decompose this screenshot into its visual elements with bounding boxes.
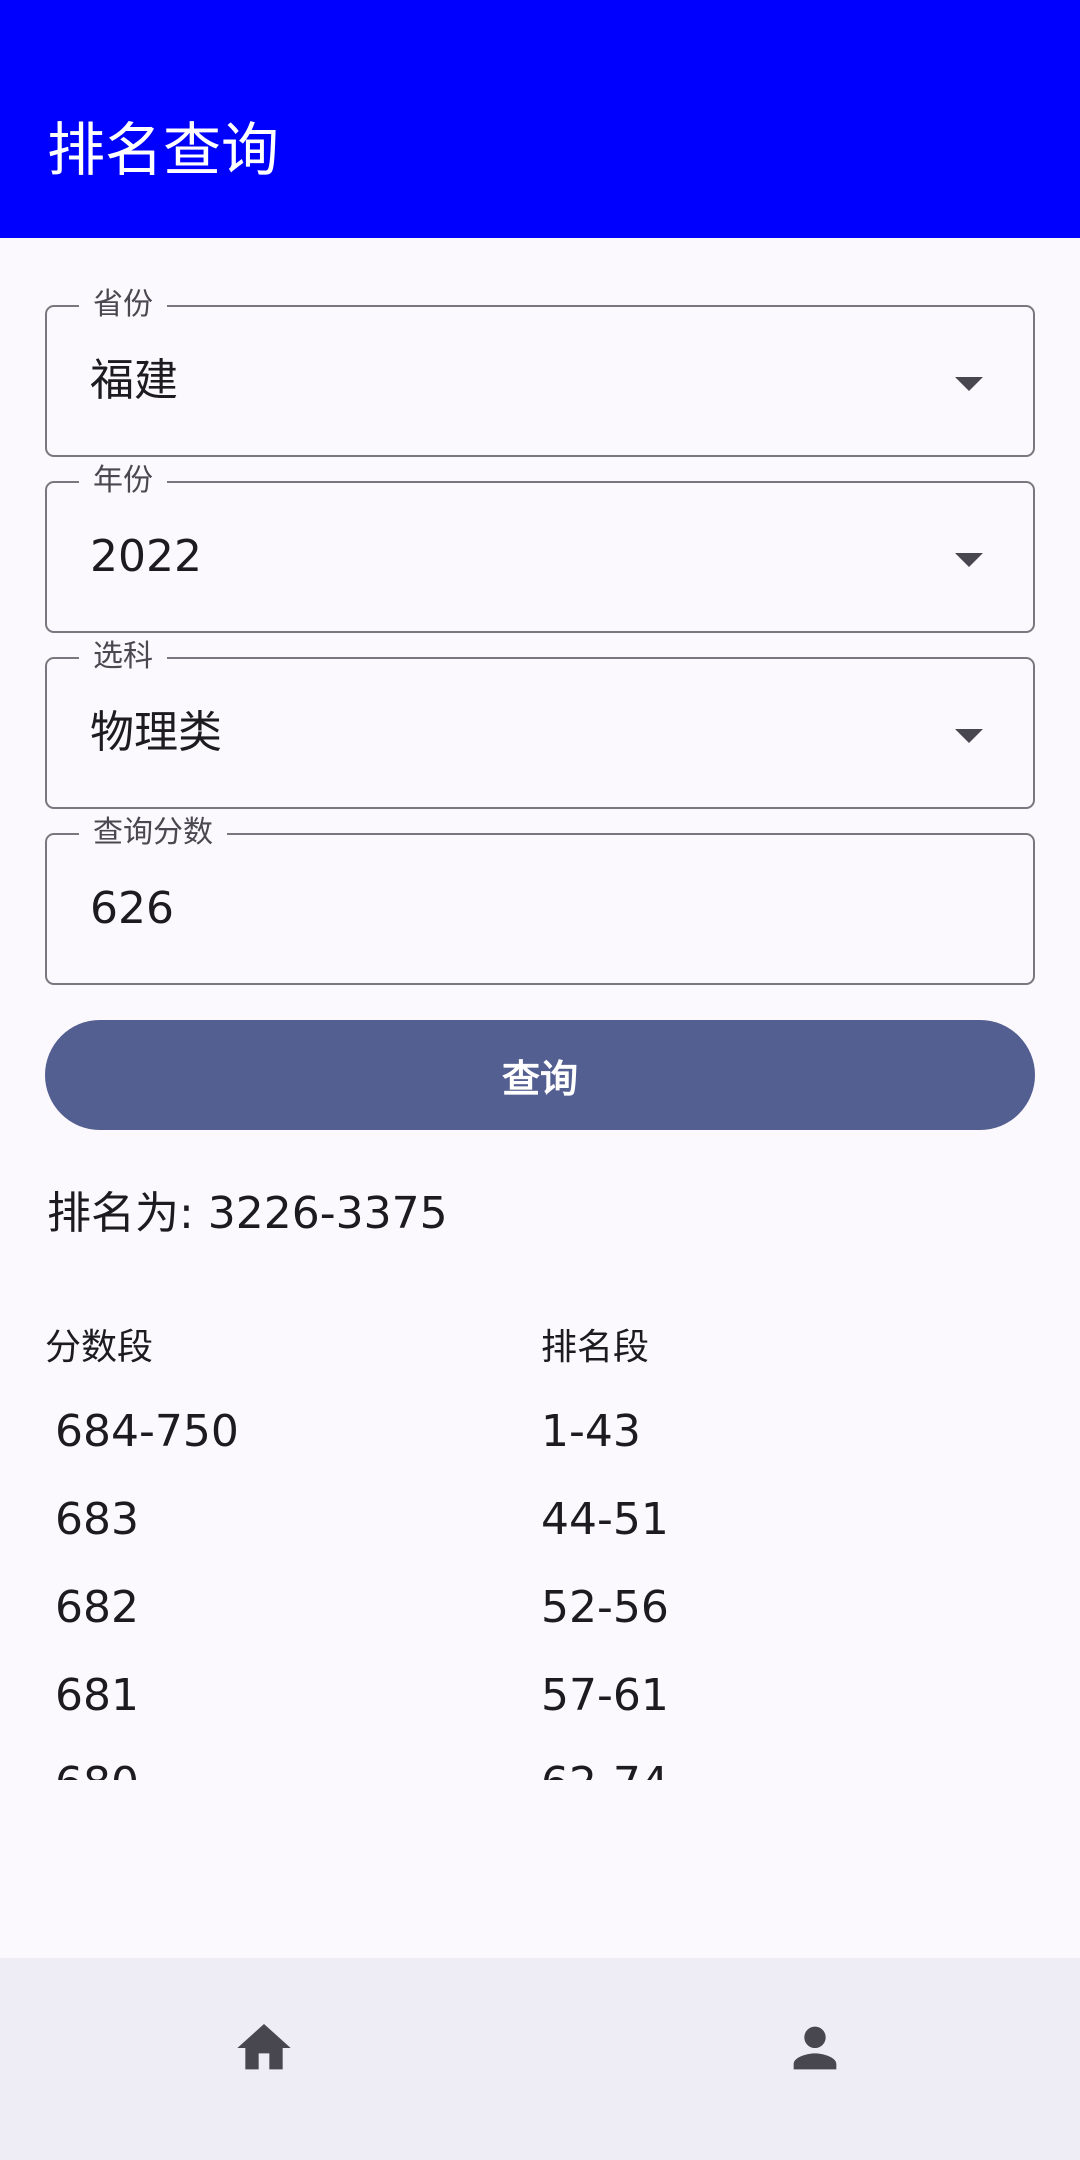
query-button[interactable]: 查询 — [45, 1020, 1035, 1130]
table-row: 684-750 1-43 — [0, 1400, 1080, 1488]
score-range-cell: 681 — [55, 1670, 139, 1721]
table-row: 680 62-74 — [0, 1752, 1080, 1780]
score-input[interactable]: 查询分数 626 — [45, 811, 1035, 985]
rank-range-cell: 57-61 — [541, 1670, 669, 1721]
score-label: 查询分数 — [79, 811, 227, 855]
bottom-navigation — [0, 1958, 1080, 2160]
table-row: 682 52-56 — [0, 1576, 1080, 1664]
page-title: 排名查询 — [47, 116, 280, 184]
province-value: 福建 — [90, 355, 178, 406]
person-icon[interactable] — [783, 2016, 847, 2080]
rank-result: 排名为: 3226-3375 — [47, 1188, 448, 1239]
score-range-header: 分数段 — [45, 1327, 154, 1368]
dropdown-arrow-icon — [955, 729, 983, 743]
dropdown-arrow-icon — [955, 553, 983, 567]
app-bar: 排名查询 — [0, 0, 1080, 238]
rank-table-list[interactable]: 684-750 1-43 683 44-51 682 52-56 681 57-… — [0, 1400, 1080, 1780]
rank-query-screen: 排名查询 省份 福建 年份 2022 选科 物理类 查询分数 626 查询 排名… — [0, 0, 1080, 2160]
subject-value: 物理类 — [90, 707, 222, 758]
province-label: 省份 — [79, 283, 167, 327]
rank-range-cell: 44-51 — [541, 1494, 669, 1545]
table-row: 683 44-51 — [0, 1488, 1080, 1576]
year-value: 2022 — [90, 531, 202, 582]
table-row: 681 57-61 — [0, 1664, 1080, 1752]
dropdown-arrow-icon — [955, 377, 983, 391]
year-label: 年份 — [79, 459, 167, 503]
home-icon[interactable] — [232, 2016, 296, 2080]
province-dropdown[interactable]: 省份 福建 — [45, 283, 1035, 457]
rank-range-header: 排名段 — [541, 1327, 650, 1368]
score-range-cell: 682 — [55, 1582, 139, 1633]
query-button-label: 查询 — [501, 1056, 578, 1101]
score-range-cell: 683 — [55, 1494, 139, 1545]
subject-label: 选科 — [79, 635, 167, 679]
score-range-cell: 680 — [55, 1752, 139, 1780]
score-value: 626 — [90, 883, 174, 934]
score-range-cell: 684-750 — [55, 1406, 239, 1457]
rank-range-cell: 1-43 — [541, 1406, 641, 1457]
rank-range-cell: 52-56 — [541, 1582, 669, 1633]
subject-dropdown[interactable]: 选科 物理类 — [45, 635, 1035, 809]
rank-range-cell: 62-74 — [541, 1752, 669, 1780]
year-dropdown[interactable]: 年份 2022 — [45, 459, 1035, 633]
